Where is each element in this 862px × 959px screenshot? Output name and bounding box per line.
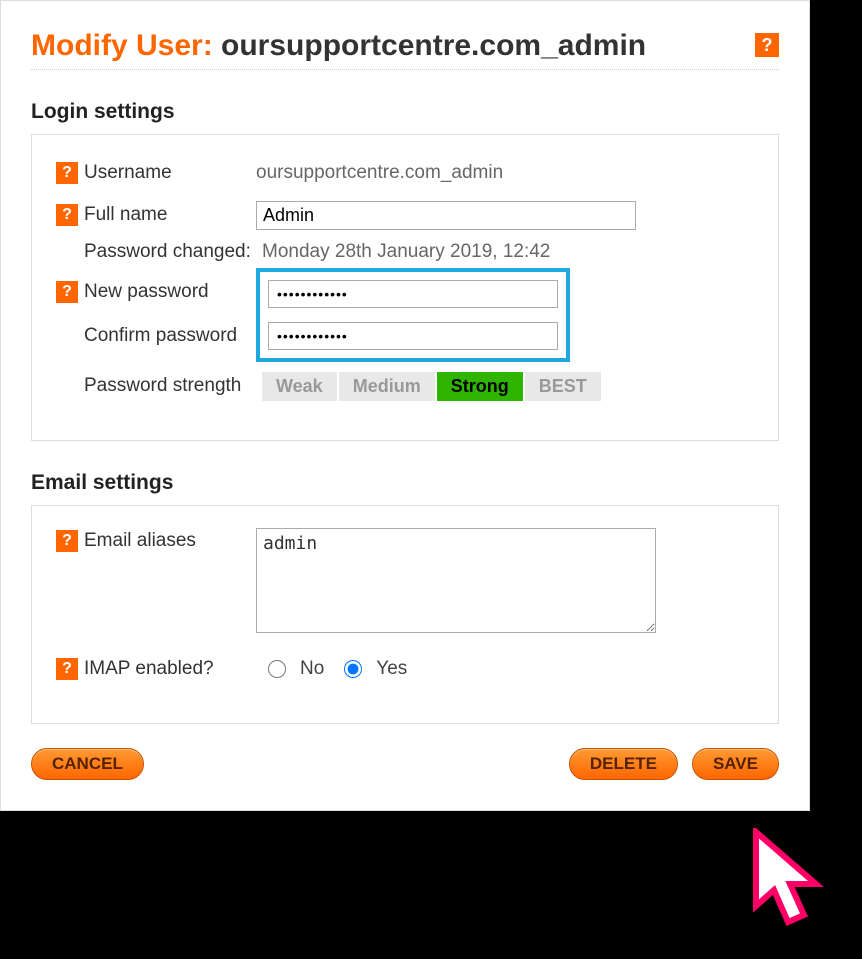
email-aliases-row: ? Email aliases	[56, 528, 754, 639]
confirm-password-input[interactable]	[268, 322, 558, 350]
cursor-pointer-icon	[748, 828, 838, 943]
login-settings-box: ? Username oursupportcentre.com_admin ? …	[31, 134, 779, 441]
modify-user-panel: ? Modify User: oursupportcentre.com_admi…	[0, 0, 810, 811]
fullname-row: ? Full name	[56, 199, 754, 231]
username-label: Username	[84, 162, 172, 184]
help-icon[interactable]: ?	[56, 530, 78, 552]
help-icon[interactable]: ?	[56, 204, 78, 226]
help-icon[interactable]: ?	[56, 658, 78, 680]
email-aliases-label: Email aliases	[84, 530, 196, 552]
imap-yes-radio[interactable]	[344, 660, 362, 678]
strength-weak: Weak	[262, 372, 339, 401]
new-password-label: New password	[84, 281, 209, 303]
help-icon[interactable]: ?	[56, 162, 78, 184]
login-settings-heading: Login settings	[31, 100, 779, 124]
password-strength-row: Password strength Weak Medium Strong BES…	[56, 370, 754, 402]
strength-strong: Strong	[437, 372, 525, 401]
confirm-password-label: Confirm password	[84, 325, 237, 347]
password-changed-row: Password changed: Monday 28th January 20…	[56, 241, 754, 264]
cancel-button[interactable]: CANCEL	[31, 748, 144, 780]
page-title: Modify User: oursupportcentre.com_admin	[31, 29, 779, 70]
action-bar: CANCEL DELETE SAVE	[31, 748, 779, 780]
password-highlight-box	[256, 268, 570, 362]
new-password-input[interactable]	[268, 280, 558, 308]
save-button[interactable]: SAVE	[692, 748, 779, 780]
fullname-label: Full name	[84, 204, 167, 226]
help-icon[interactable]: ?	[755, 33, 779, 57]
imap-radio-group: No Yes	[256, 658, 754, 680]
email-settings-heading: Email settings	[31, 471, 779, 495]
title-prefix: Modify User:	[31, 29, 221, 62]
password-strength-meter: Weak Medium Strong BEST	[262, 372, 603, 401]
strength-medium: Medium	[339, 372, 437, 401]
email-aliases-input[interactable]	[256, 528, 656, 633]
username-value: oursupportcentre.com_admin	[256, 162, 754, 184]
password-changed-label: Password changed:	[84, 241, 251, 263]
imap-no-label: No	[300, 658, 324, 680]
help-icon[interactable]: ?	[56, 281, 78, 303]
email-settings-box: ? Email aliases ? IMAP enabled? No Yes	[31, 505, 779, 724]
imap-label: IMAP enabled?	[84, 658, 214, 680]
fullname-input[interactable]	[256, 201, 636, 230]
imap-yes-label: Yes	[376, 658, 407, 680]
imap-row: ? IMAP enabled? No Yes	[56, 653, 754, 685]
delete-button[interactable]: DELETE	[569, 748, 678, 780]
imap-no-radio[interactable]	[268, 660, 286, 678]
strength-best: BEST	[525, 372, 603, 401]
password-changed-value: Monday 28th January 2019, 12:42	[262, 241, 550, 264]
username-row: ? Username oursupportcentre.com_admin	[56, 157, 754, 189]
password-strength-label: Password strength	[84, 375, 241, 397]
title-username: oursupportcentre.com_admin	[221, 29, 646, 62]
